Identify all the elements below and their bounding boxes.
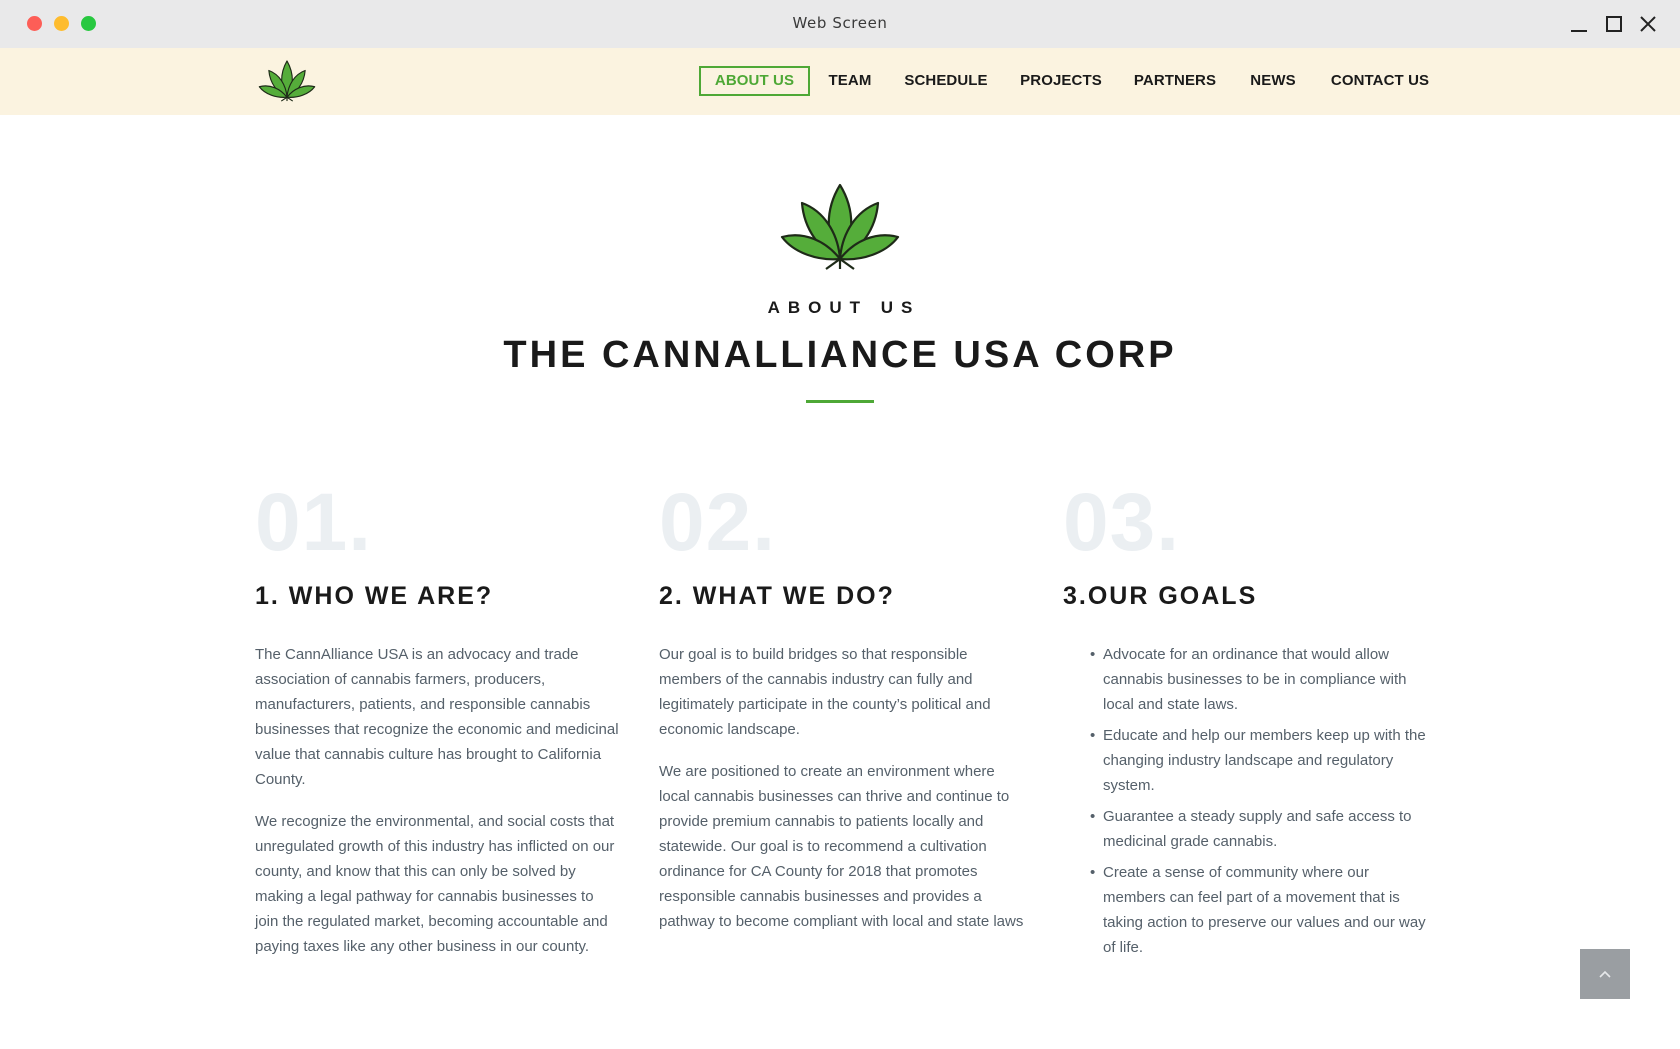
goal-text: Create a sense of community where our me… bbox=[1103, 864, 1426, 956]
section-eyebrow: ABOUT US bbox=[767, 298, 921, 317]
window-title: Web Screen bbox=[792, 14, 888, 32]
who-we-are-column: 01. 1. WHO WE ARE? The CannAlliance USA … bbox=[255, 477, 620, 956]
cannabis-leaf-icon bbox=[780, 183, 900, 270]
goal-text: Guarantee a steady supply and safe acces… bbox=[1103, 808, 1412, 850]
nav-projects[interactable]: PROJECTS bbox=[1017, 66, 1105, 96]
goal-text: Educate and help our members keep up wit… bbox=[1103, 727, 1426, 794]
list-item: • Educate and help our members keep up wi… bbox=[1063, 723, 1428, 798]
bullet: • bbox=[1090, 808, 1096, 825]
paragraph: We recognize the environmental, and soci… bbox=[255, 813, 615, 955]
back-to-top-button[interactable] bbox=[1580, 949, 1630, 999]
list-item: • Guarantee a steady supply and safe acce… bbox=[1063, 804, 1428, 854]
what-we-do-column: 02. 2. WHAT WE DO? Our goal is to build … bbox=[659, 477, 1024, 931]
page-title: THE CANNALLIANCE USA CORP bbox=[503, 334, 1177, 376]
goal-text: Advocate for an ordinance that would all… bbox=[1103, 646, 1407, 713]
list-item: • Create a sense of community where our m… bbox=[1063, 860, 1428, 960]
column-number: 03. bbox=[1063, 477, 1180, 568]
column-body: Our goal is to build bridges so that res… bbox=[659, 642, 1024, 951]
our-goals-column: 03. 3.OUR GOALS • Advocate for an ordinan… bbox=[1063, 477, 1428, 957]
goals-list: • Advocate for an ordinance that would al… bbox=[1063, 642, 1428, 960]
nav-partners[interactable]: PARTNERS bbox=[1132, 66, 1218, 96]
window-titlebar: Web Screen bbox=[0, 0, 1680, 48]
chevron-up-icon bbox=[1599, 970, 1611, 978]
column-number: 02. bbox=[659, 477, 776, 568]
cannabis-leaf-icon[interactable] bbox=[258, 60, 316, 102]
bullet: • bbox=[1090, 864, 1096, 881]
paragraph: The CannAlliance USA is an advocacy and … bbox=[255, 646, 619, 788]
column-title: 1. WHO WE ARE? bbox=[255, 582, 494, 610]
column-number: 01. bbox=[255, 477, 372, 568]
site-navbar: ABOUT US TEAM SCHEDULE PROJECTS PARTNERS… bbox=[0, 48, 1680, 115]
bullet: • bbox=[1090, 727, 1096, 744]
column-body: The CannAlliance USA is an advocacy and … bbox=[255, 642, 620, 976]
paragraph: We are positioned to create an environme… bbox=[659, 763, 1024, 930]
minimize-icon[interactable] bbox=[1567, 12, 1591, 36]
list-item: • Advocate for an ordinance that would al… bbox=[1063, 642, 1428, 717]
paragraph: Our goal is to build bridges so that res… bbox=[659, 646, 991, 738]
column-body: • Advocate for an ordinance that would al… bbox=[1063, 642, 1428, 966]
close-icon[interactable] bbox=[1636, 12, 1660, 36]
bullet: • bbox=[1090, 646, 1096, 663]
column-title: 2. WHAT WE DO? bbox=[659, 582, 895, 610]
nav-team[interactable]: TEAM bbox=[824, 66, 876, 96]
maximize-icon[interactable] bbox=[1602, 12, 1626, 36]
nav-contact-us[interactable]: CONTACT US bbox=[1328, 66, 1432, 96]
nav-news[interactable]: NEWS bbox=[1247, 66, 1299, 96]
title-divider bbox=[806, 400, 874, 403]
nav-about-us[interactable]: ABOUT US bbox=[699, 66, 810, 96]
nav-schedule[interactable]: SCHEDULE bbox=[903, 66, 989, 96]
column-title: 3.OUR GOALS bbox=[1063, 582, 1258, 610]
